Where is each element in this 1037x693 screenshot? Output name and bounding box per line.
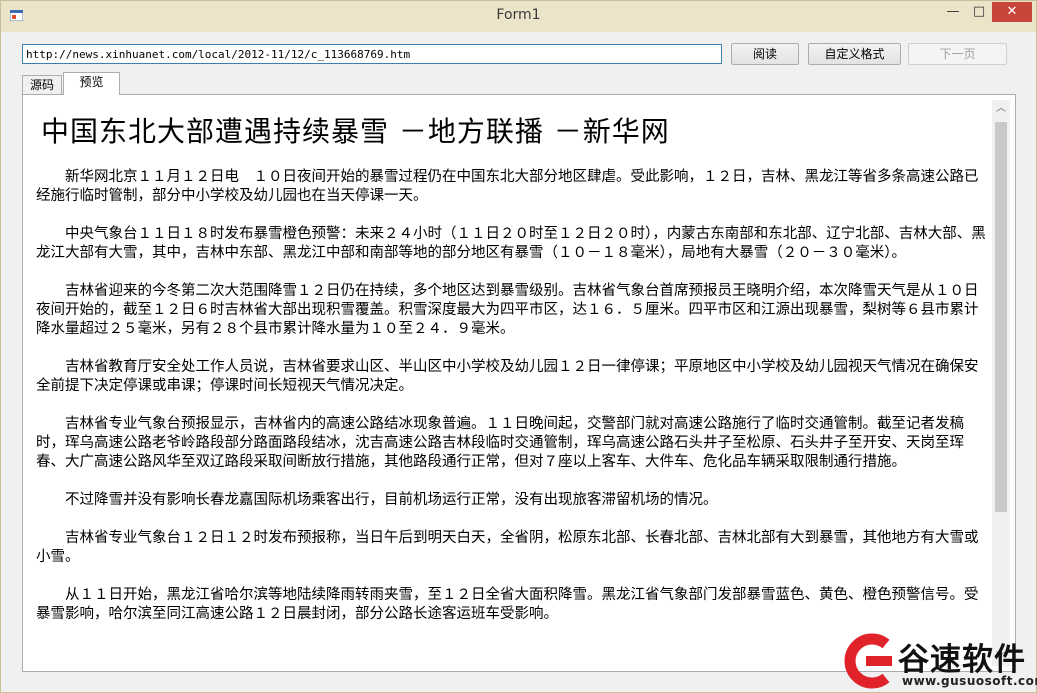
- article-paragraph: 吉林省教育厅安全处工作人员说，吉林省要求山区、半山区中小学校及幼儿园１２日一律停…: [36, 359, 979, 394]
- vertical-scrollbar[interactable]: ︿ ﹀: [992, 100, 1010, 666]
- watermark-url: www.gusuosoft.com: [902, 674, 1037, 688]
- close-button[interactable]: ✕: [992, 2, 1032, 22]
- brand-logo-bar: [866, 656, 892, 666]
- window-title: Form1: [496, 7, 541, 23]
- maximize-button[interactable]: □: [966, 2, 992, 22]
- tab-source[interactable]: 源码: [22, 75, 62, 95]
- article-paragraph: 不过降雪并没有影响长春龙嘉国际机场乘客出行，目前机场运行正常，没有出现旅客滞留机…: [65, 492, 718, 508]
- article-body: 新华网北京１１月１２日电 １０日夜间开始的暴雪过程仍在中国东北大部分地区肆虐。受…: [36, 168, 986, 624]
- form-client-area: 阅读 自定义格式 下一页 源码 预览 中国东北大部遭遇持续暴雪 －地方联播 －新…: [8, 32, 1029, 686]
- site-watermark: 谷速软件 www.gusuosoft.com: [838, 632, 1037, 693]
- article-paragraph: 吉林省专业气象台预报显示，吉林省内的高速公路结冰现象普遍。１１日晚间起，交警部门…: [36, 416, 964, 470]
- minimize-button[interactable]: —: [940, 2, 966, 22]
- article-paragraph: 从１１日开始，黑龙江省哈尔滨等地陆续降雨转雨夹雪，至１２日全省大面积降雪。黑龙江…: [36, 587, 979, 622]
- preview-panel: 中国东北大部遭遇持续暴雪 －地方联播 －新华网 新华网北京１１月１２日电 １０日…: [22, 94, 1016, 672]
- title-bar[interactable]: Form1 — □ ✕: [1, 1, 1036, 32]
- custom-format-button[interactable]: 自定义格式: [808, 43, 901, 65]
- article-paragraph: 中央气象台１１日１８时发布暴雪橙色预警：未来２４小时（１１日２０时至１２日２０时…: [36, 226, 986, 261]
- read-button[interactable]: 阅读: [731, 43, 799, 65]
- scroll-up-arrow-icon[interactable]: ︿: [992, 100, 1010, 117]
- article-title: 中国东北大部遭遇持续暴雪 －地方联播 －新华网: [41, 115, 670, 148]
- tab-preview[interactable]: 预览: [63, 72, 120, 95]
- watermark-name: 谷速软件: [898, 642, 1026, 678]
- url-input[interactable]: [22, 44, 722, 64]
- article-paragraph: 新华网北京１１月１２日电 １０日夜间开始的暴雪过程仍在中国东北大部分地区肆虐。受…: [36, 169, 979, 204]
- article-paragraph: 吉林省迎来的今冬第二次大范围降雪１２日仍在持续，多个地区达到暴雪级别。吉林省气象…: [36, 283, 979, 337]
- scroll-thumb[interactable]: [995, 122, 1007, 512]
- article-paragraph: 吉林省专业气象台１２日１２时发布预报称，当日午后到明天白天，全省阴，松原东北部、…: [36, 530, 979, 565]
- brand-logo-icon: [844, 633, 892, 689]
- next-page-button[interactable]: 下一页: [908, 43, 1007, 65]
- app-window: Form1 — □ ✕ 阅读 自定义格式 下一页 源码 预览 中国东北大部遭遇持…: [0, 0, 1037, 693]
- preview-document[interactable]: 中国东北大部遭遇持续暴雪 －地方联播 －新华网 新华网北京１１月１２日电 １０日…: [29, 100, 992, 666]
